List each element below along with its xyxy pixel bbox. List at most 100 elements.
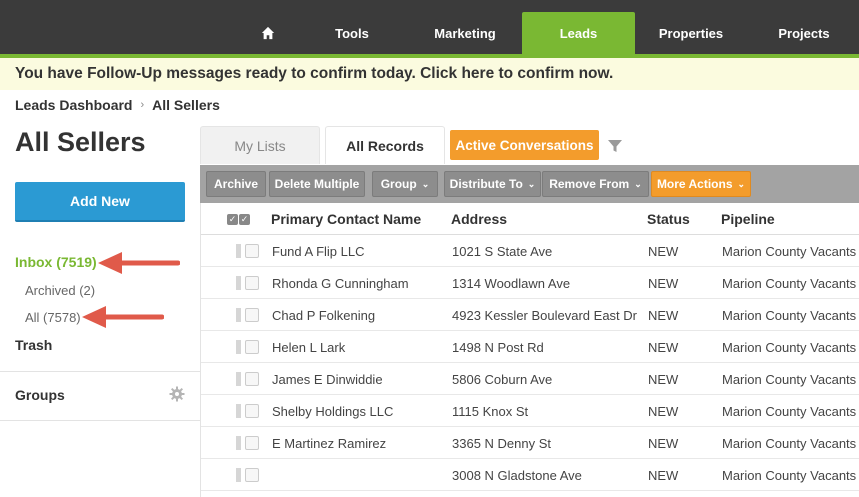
follow-up-banner[interactable]: You have Follow-Up messages ready to con… <box>0 58 859 90</box>
cell-pipeline: Marion County Vacants <box>722 404 857 419</box>
annotation-arrow <box>82 306 164 328</box>
sidebar-item-inbox[interactable]: Inbox (7519) <box>15 254 97 270</box>
cell-pipeline: Marion County Vacants <box>722 436 857 451</box>
cell-name[interactable]: Fund A Flip LLC <box>272 244 365 259</box>
cell-name[interactable]: E Martinez Ramirez <box>272 436 386 451</box>
nav-marketing[interactable]: Marketing <box>410 12 520 54</box>
breadcrumb-current: All Sellers <box>152 97 220 113</box>
cell-name[interactable]: Helen L Lark <box>272 340 345 355</box>
nav-projects[interactable]: Projects <box>750 12 858 54</box>
row-checkbox[interactable] <box>245 340 259 354</box>
column-header-address[interactable]: Address <box>451 211 507 227</box>
cell-address: 1314 Woodlawn Ave <box>452 276 571 291</box>
row-checkbox[interactable] <box>245 244 259 258</box>
cell-address: 3008 N Gladstone Ave <box>452 468 582 483</box>
chevron-down-icon: ⌄ <box>527 178 536 189</box>
cell-name[interactable]: Rhonda G Cunningham <box>272 276 409 291</box>
filter-icon[interactable] <box>604 136 626 156</box>
more-actions-button[interactable]: More Actions ⌄ <box>651 171 751 197</box>
drag-handle-icon[interactable] <box>236 340 241 354</box>
cell-status: NEW <box>648 276 679 291</box>
cell-pipeline: Marion County Vacants <box>722 308 857 323</box>
cell-status: NEW <box>648 468 679 483</box>
row-checkbox[interactable] <box>245 436 259 450</box>
sidebar-item-groups[interactable]: Groups <box>15 387 65 403</box>
add-new-button[interactable]: Add New <box>15 182 185 222</box>
nav-properties[interactable]: Properties <box>637 12 745 54</box>
cell-pipeline: Marion County Vacants <box>722 372 857 387</box>
delete-multiple-button[interactable]: Delete Multiple <box>269 171 365 197</box>
cell-status: NEW <box>648 308 679 323</box>
home-icon[interactable] <box>250 12 286 54</box>
table-row[interactable]: Rhonda G Cunningham 1314 Woodlawn Ave NE… <box>201 267 859 299</box>
select-all-checkbox[interactable]: ✓ <box>239 214 250 225</box>
drag-handle-icon[interactable] <box>236 276 241 290</box>
archive-label: Archive <box>213 177 259 191</box>
breadcrumb: Leads Dashboard › All Sellers <box>15 97 220 113</box>
chevron-down-icon: ⌄ <box>634 178 642 189</box>
column-header-status[interactable]: Status <box>647 211 690 227</box>
annotation-arrow <box>98 252 180 274</box>
cell-name[interactable]: Shelby Holdings LLC <box>272 404 393 419</box>
archive-button[interactable]: Archive <box>206 171 266 197</box>
breadcrumb-parent[interactable]: Leads Dashboard <box>15 97 132 113</box>
cell-name[interactable]: James E Dinwiddie <box>272 372 383 387</box>
sidebar-divider <box>0 420 200 421</box>
drag-handle-icon[interactable] <box>236 308 241 322</box>
sidebar-item-all[interactable]: All (7578) <box>25 310 81 325</box>
remove-from-label: Remove From <box>549 177 630 191</box>
remove-from-button[interactable]: Remove From ⌄ <box>542 171 649 197</box>
tab-all-records[interactable]: All Records <box>325 126 445 164</box>
drag-handle-icon[interactable] <box>236 468 241 482</box>
row-checkbox[interactable] <box>245 276 259 290</box>
cell-address: 4923 Kessler Boulevard East Dr <box>452 308 637 323</box>
nav-tools[interactable]: Tools <box>300 12 404 54</box>
table-row[interactable]: Helen L Lark 1498 N Post Rd NEW Marion C… <box>201 331 859 363</box>
sidebar-item-archived[interactable]: Archived (2) <box>25 283 95 298</box>
cell-status: NEW <box>648 340 679 355</box>
table-row[interactable]: 3008 N Gladstone Ave NEW Marion County V… <box>201 459 859 491</box>
row-checkbox[interactable] <box>245 468 259 482</box>
delete-multiple-label: Delete Multiple <box>274 177 360 191</box>
gear-icon[interactable] <box>169 386 185 402</box>
active-conversations-button[interactable]: Active Conversations <box>450 130 599 160</box>
column-header-pipeline[interactable]: Pipeline <box>721 211 775 227</box>
row-checkbox[interactable] <box>245 404 259 418</box>
cell-status: NEW <box>648 372 679 387</box>
cell-address: 1498 N Post Rd <box>452 340 544 355</box>
select-all-checkbox[interactable]: ✓ <box>227 214 238 225</box>
row-checkbox[interactable] <box>245 372 259 386</box>
cell-status: NEW <box>648 404 679 419</box>
cell-status: NEW <box>648 244 679 259</box>
drag-handle-icon[interactable] <box>236 436 241 450</box>
row-checkbox[interactable] <box>245 308 259 322</box>
cell-pipeline: Marion County Vacants <box>722 276 857 291</box>
sidebar-divider <box>0 371 200 372</box>
table-row[interactable]: Chad P Folkening 4923 Kessler Boulevard … <box>201 299 859 331</box>
group-button[interactable]: Group ⌄ <box>372 171 438 197</box>
distribute-to-button[interactable]: Distribute To ⌄ <box>444 171 541 197</box>
top-nav: Tools Marketing Leads Properties Project… <box>0 0 859 54</box>
column-header-name[interactable]: Primary Contact Name <box>271 211 421 227</box>
cell-address: 1115 Knox St <box>452 404 529 419</box>
nav-leads[interactable]: Leads <box>522 12 635 54</box>
distribute-to-label: Distribute To <box>449 177 523 191</box>
chevron-down-icon: ⌄ <box>737 178 746 189</box>
drag-handle-icon[interactable] <box>236 372 241 386</box>
tab-my-lists[interactable]: My Lists <box>200 126 320 164</box>
table-header: ✓ ✓ Primary Contact Name Address Status … <box>201 203 859 235</box>
cell-status: NEW <box>648 436 679 451</box>
table-row[interactable]: E Martinez Ramirez 3365 N Denny St NEW M… <box>201 427 859 459</box>
cell-address: 3365 N Denny St <box>452 436 552 451</box>
sidebar-item-trash[interactable]: Trash <box>15 337 52 353</box>
cell-name[interactable]: Chad P Folkening <box>272 308 375 323</box>
drag-handle-icon[interactable] <box>236 244 241 258</box>
cell-pipeline: Marion County Vacants <box>722 244 857 259</box>
group-label: Group <box>380 177 417 191</box>
drag-handle-icon[interactable] <box>236 404 241 418</box>
breadcrumb-separator: › <box>140 99 145 111</box>
table-row[interactable]: Shelby Holdings LLC 1115 Knox St NEW Mar… <box>201 395 859 427</box>
cell-address: 1021 S State Ave <box>452 244 553 259</box>
table-row[interactable]: James E Dinwiddie 5806 Coburn Ave NEW Ma… <box>201 363 859 395</box>
table-row[interactable]: Fund A Flip LLC 1021 S State Ave NEW Mar… <box>201 235 859 267</box>
